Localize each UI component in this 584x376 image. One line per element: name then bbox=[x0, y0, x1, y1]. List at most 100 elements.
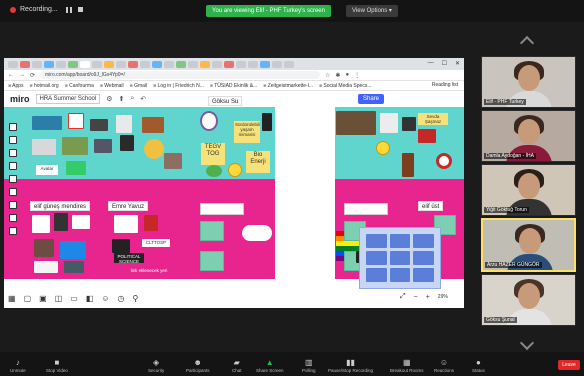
unmute-button[interactable]: ♪ Unmute bbox=[10, 358, 26, 373]
vote-icon[interactable]: ⚲ bbox=[133, 294, 139, 303]
bookmark-item[interactable]: Webmail bbox=[100, 83, 123, 89]
browser-tab-active[interactable] bbox=[80, 60, 90, 68]
leave-button[interactable]: Leave bbox=[558, 360, 580, 370]
board-image[interactable] bbox=[262, 113, 272, 131]
view-options-button[interactable]: View Options ▾ bbox=[346, 5, 398, 17]
browser-tab[interactable] bbox=[176, 60, 186, 68]
board-image[interactable] bbox=[54, 213, 68, 231]
smiley-sticker[interactable] bbox=[228, 163, 242, 177]
undo-icon[interactable]: ↶ bbox=[140, 95, 146, 103]
browser-tab[interactable] bbox=[152, 60, 162, 68]
sticky-note[interactable]: CLTTOSP bbox=[142, 239, 170, 247]
close-icon[interactable]: ✕ bbox=[455, 60, 460, 67]
frame-label-zeynep[interactable]: elif üst bbox=[418, 201, 444, 211]
bookmark-item[interactable]: hotmail.org bbox=[30, 83, 59, 89]
bookmark-item[interactable]: Log in | Friedrich N... bbox=[153, 83, 204, 89]
sticky-note-green[interactable] bbox=[200, 251, 224, 271]
browser-tab[interactable] bbox=[212, 60, 222, 68]
smiley-sticker[interactable] bbox=[376, 141, 390, 155]
board-image[interactable] bbox=[68, 113, 84, 129]
board-image[interactable] bbox=[144, 215, 158, 231]
bookmark-item[interactable]: TÜSIAD Ekinlik &... bbox=[210, 83, 257, 89]
search-icon[interactable]: ⌕ bbox=[130, 95, 134, 103]
browser-tab[interactable] bbox=[104, 60, 114, 68]
board-image[interactable] bbox=[94, 139, 112, 153]
sticky-tool-icon[interactable] bbox=[9, 149, 17, 157]
zoom-in-icon[interactable]: + bbox=[426, 294, 430, 301]
activity-icon[interactable]: ◫ bbox=[55, 294, 63, 303]
browser-tab[interactable] bbox=[116, 60, 126, 68]
browser-tab[interactable] bbox=[56, 60, 66, 68]
upload-icon[interactable]: ⬆ bbox=[118, 95, 124, 103]
browser-tab[interactable] bbox=[248, 60, 258, 68]
bookmark-item[interactable]: Apps bbox=[8, 83, 23, 89]
board-image[interactable] bbox=[112, 239, 130, 253]
cloud-shape[interactable] bbox=[242, 225, 272, 241]
board-name[interactable]: HRA Summer School bbox=[35, 94, 101, 104]
minimize-icon[interactable]: — bbox=[428, 60, 434, 67]
board-text[interactable]: link eklenecek yeri bbox=[114, 267, 184, 275]
url-bar[interactable]: miro.com/app/board/o9J_lGx4Yp0=/ bbox=[40, 71, 321, 79]
board-image[interactable] bbox=[144, 139, 164, 159]
pen-tool-icon[interactable] bbox=[9, 175, 17, 183]
bookmark-item[interactable]: Social Media Specs... bbox=[319, 83, 371, 89]
board-image[interactable] bbox=[66, 161, 86, 175]
select-tool-icon[interactable] bbox=[9, 123, 17, 131]
miro-logo[interactable]: miro bbox=[10, 94, 30, 104]
chat-button[interactable]: ▰ Chat bbox=[232, 358, 242, 373]
browser-tab[interactable] bbox=[164, 60, 174, 68]
board-image[interactable] bbox=[402, 117, 416, 131]
board-image[interactable] bbox=[62, 137, 88, 155]
frames-icon[interactable]: ▦ bbox=[8, 294, 16, 303]
forward-icon[interactable]: → bbox=[19, 72, 25, 78]
browser-tab[interactable] bbox=[272, 60, 282, 68]
shape-tool-icon[interactable] bbox=[9, 162, 17, 170]
logo-image[interactable] bbox=[436, 153, 452, 169]
reactions-button[interactable]: ☺ Reactions bbox=[434, 358, 454, 373]
pause-icon[interactable] bbox=[65, 6, 72, 13]
participant-tile[interactable]: Göksu Şunal bbox=[481, 274, 576, 326]
bookmark-item[interactable]: Gmail bbox=[130, 83, 147, 89]
extensions-icon[interactable]: ✱ bbox=[335, 72, 340, 79]
board-image[interactable] bbox=[142, 117, 164, 133]
logo-image[interactable] bbox=[200, 111, 218, 131]
browser-tab[interactable] bbox=[236, 60, 246, 68]
breakout-rooms-button[interactable]: ▦ Breakout Rooms bbox=[390, 358, 424, 373]
pause-stop-recording-button[interactable]: ▮▮ Pause/Stop Recording bbox=[328, 358, 373, 373]
reading-list-button[interactable]: Reading list bbox=[432, 82, 458, 88]
browser-tab[interactable] bbox=[8, 60, 18, 68]
participant-tile[interactable]: Damla Aydoğan - İHA bbox=[481, 110, 576, 162]
comment-tool-icon[interactable] bbox=[9, 201, 17, 209]
board-image[interactable] bbox=[418, 129, 436, 143]
fit-icon[interactable]: ⤢ bbox=[400, 293, 406, 301]
browser-tab[interactable] bbox=[140, 60, 150, 68]
stop-video-button[interactable]: ■ Stop Video bbox=[46, 358, 68, 373]
text-tool-icon[interactable] bbox=[9, 136, 17, 144]
video-board-icon[interactable]: ◧ bbox=[86, 294, 94, 303]
back-icon[interactable]: ← bbox=[8, 72, 14, 78]
sticky-note[interactable]: Bio Enerji bbox=[246, 151, 270, 173]
bookmark-item[interactable]: Canfourma bbox=[65, 83, 94, 89]
maximize-icon[interactable]: ☐ bbox=[442, 60, 447, 67]
frame-label-emre[interactable]: Emre Yavuz bbox=[108, 201, 149, 211]
participants-button[interactable]: ☻ Participants bbox=[186, 358, 210, 373]
browser-tab[interactable] bbox=[68, 60, 78, 68]
board-image[interactable] bbox=[60, 241, 86, 259]
board-image[interactable] bbox=[32, 116, 62, 130]
text-box[interactable] bbox=[344, 203, 388, 215]
text-box[interactable] bbox=[200, 203, 244, 215]
frame-label-elif[interactable]: elif güneş mendires bbox=[30, 201, 91, 211]
browser-tab[interactable] bbox=[284, 60, 294, 68]
star-icon[interactable]: ☆ bbox=[325, 72, 330, 79]
zoom-out-icon[interactable]: − bbox=[414, 294, 418, 301]
profile-icon[interactable]: ● bbox=[345, 72, 349, 78]
participant-tile-active-speaker[interactable]: Arzu HAZER GÜNGÖR bbox=[481, 218, 576, 272]
board-minimap[interactable] bbox=[359, 227, 441, 289]
browser-tab[interactable] bbox=[44, 60, 54, 68]
browser-tab[interactable] bbox=[224, 60, 234, 68]
board-image[interactable] bbox=[380, 113, 398, 133]
browser-tab[interactable] bbox=[92, 60, 102, 68]
security-button[interactable]: ◈ Security bbox=[148, 358, 164, 373]
board-image[interactable] bbox=[32, 215, 50, 233]
frame-tool-icon[interactable] bbox=[9, 188, 17, 196]
